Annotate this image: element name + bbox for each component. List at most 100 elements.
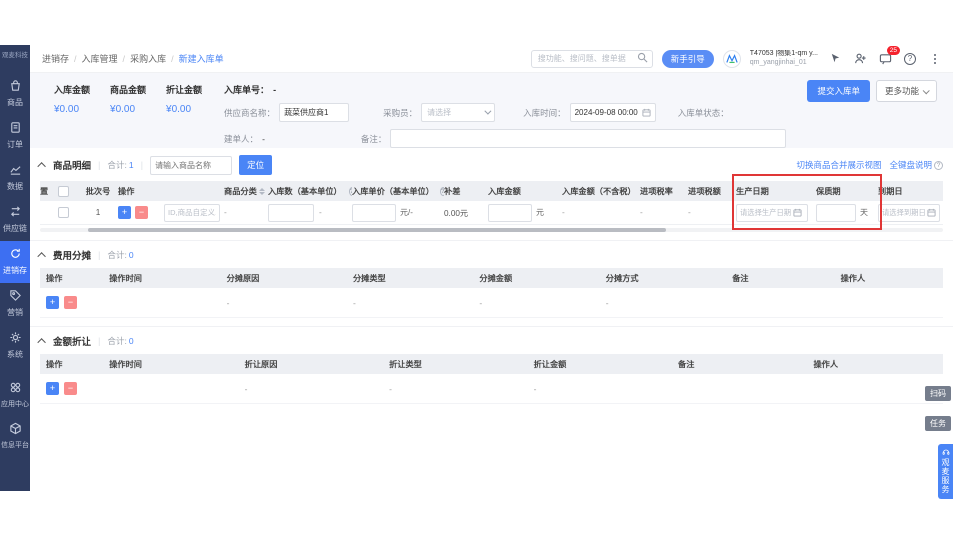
col-tax-amount: 进项税额 [688,187,721,196]
due-date-picker[interactable]: 请选择到期日 [878,203,940,222]
sidebar-item-label: 营销 [7,308,23,318]
more-menu-icon[interactable] [927,51,943,67]
sidebar-item-app-center[interactable]: 应用中心 [0,375,30,416]
creator-value: - [262,133,265,144]
divider: | [98,159,101,171]
cube-icon [9,422,22,437]
sort-icon [258,187,265,195]
price-input[interactable] [352,203,396,222]
discounts-table-header: 操作 操作时间 折让原因 折让类型 折让金额 备注 操作人 [40,354,943,374]
app-center-icon [9,381,22,396]
tax-rate-value: - [640,208,643,217]
stat-inbound-amount: 入库金额 ¥0.00 [54,85,91,115]
collapse-icon[interactable] [37,252,46,261]
submit-inbound-button[interactable]: 提交入库单 [807,80,870,102]
delete-discount-button[interactable]: − [64,382,77,395]
help-icon[interactable]: ? [902,51,918,67]
supplier-input[interactable] [279,103,350,122]
pointer-icon[interactable] [827,51,843,67]
scrollbar-thumb[interactable] [88,228,666,232]
buyer-label: 采购员： [383,107,418,118]
invite-user-icon[interactable] [852,51,868,67]
sidebar-item-info-platform[interactable]: 信息平台 [0,416,30,457]
product-search-input[interactable] [150,155,233,175]
remark-input[interactable] [390,129,787,148]
add-row-button[interactable]: + [118,206,131,219]
delete-row-button[interactable]: − [135,206,148,219]
search-icon[interactable] [637,50,648,68]
add-fee-button[interactable]: + [46,296,59,309]
question-icon: ? [934,161,943,171]
fee-method: - [605,297,609,308]
sidebar-item-label: 系统 [7,350,23,360]
switch-view-link[interactable]: 切换商品合并展示视图 [796,159,881,171]
fee-type: - [352,297,356,308]
scan-button[interactable]: 扫码 [925,386,951,401]
delete-fee-button[interactable]: − [64,296,77,309]
company-logo: 观麦科技 [2,52,28,59]
row-checkbox[interactable] [58,207,69,218]
fees-section-header: 费用分摊 | 合计: 0 [30,241,953,268]
product-code-input[interactable] [164,203,220,222]
sidebar-item-orders[interactable]: 订单 [0,115,30,157]
tag-icon [9,289,22,304]
form-row-2: 建单人： - 备注： [224,129,953,148]
sidebar-item-label: 订单 [7,140,23,150]
global-search-input[interactable] [537,54,637,63]
col-due-date: 到期日 [878,187,903,196]
collapse-icon[interactable] [37,162,46,171]
sidebar-item-data[interactable]: 数据 [0,157,30,199]
inbound-time-label: 入库时间： [523,107,566,118]
status-label: 入库单状态： [677,107,729,118]
goods-bag-icon [9,79,22,94]
horizontal-scrollbar [40,228,943,232]
breadcrumb-item[interactable]: 采购入库 [130,52,166,65]
sidebar-item-marketing[interactable]: 营销 [0,283,30,325]
breadcrumb-separator: / [122,53,126,64]
sidebar-item-goods[interactable]: 商品 [0,73,30,115]
collapse-icon[interactable] [37,338,46,347]
locate-button[interactable]: 定位 [239,155,273,175]
shelf-life-input[interactable] [816,203,856,222]
sidebar-item-inventory[interactable]: 进销存 [0,241,30,284]
add-discount-button[interactable]: + [46,382,59,395]
section-title: 商品明细 [53,161,92,172]
band-actions: 提交入库单 更多功能 [807,80,937,102]
chevron-down-icon [922,86,930,94]
service-ribbon[interactable]: 观麦服务 [938,444,953,499]
breadcrumb-item[interactable]: 入库管理 [82,52,118,65]
user-info[interactable]: T47053 |物集1-qm y... qm_yangjinhai_01 [750,50,818,68]
col-category[interactable]: 商品分类 [224,185,268,197]
content-area: 商品明细 | 合计:1 | 定位 切换商品合并展示视图 全键盘说明? [30,148,953,491]
breadcrumb-item[interactable]: 进销存 [42,52,69,65]
qty-input[interactable] [268,203,314,222]
form-row-1: 供应商名称： 采购员： 请选择 入库时间： 2024-09-08 00:00 [224,103,953,122]
prod-date-picker[interactable]: 请选择生产日期 [736,203,808,222]
headset-icon [942,449,949,455]
buyer-select[interactable]: 请选择 [421,103,496,122]
gear-icon [9,331,22,346]
messages-icon[interactable]: 25 [877,45,900,67]
order-doc-icon [9,121,22,136]
creator-label: 建单人： [224,133,259,144]
amount-input[interactable] [488,203,532,222]
products-table-header: 置 批次号 操作 商品分类 入库数（基本单位）? 入库单 [40,181,943,201]
keyboard-guide-link[interactable]: 全键盘说明? [889,159,943,171]
message-badge: 25 [886,45,900,55]
sidebar-item-supply-chain[interactable]: 供应链 [0,199,30,241]
avatar[interactable] [722,49,741,68]
task-button[interactable]: 任务 [925,416,951,431]
cycle-icon [9,247,22,262]
col-select-all [58,185,82,197]
select-all-checkbox[interactable] [58,185,69,197]
amount-unit: 元 [536,208,544,217]
more-actions-button[interactable]: 更多功能 [875,80,937,102]
divider: | [140,159,144,171]
discounts-section: 金额折让 | 合计: 0 操作 操作时间 折让原因 折让类型 折让金额 备注 操作… [30,326,953,404]
sidebar-item-system[interactable]: 系统 [0,325,30,367]
breadcrumb: 进销存 / 入库管理 / 采购入库 / 新建入库单 [42,52,224,65]
inbound-time-picker[interactable]: 2024-09-08 00:00 [569,103,656,122]
breadcrumb-separator: / [74,53,77,64]
exchange-arrows-icon [9,205,22,220]
guide-button[interactable]: 新手引导 [661,49,714,68]
